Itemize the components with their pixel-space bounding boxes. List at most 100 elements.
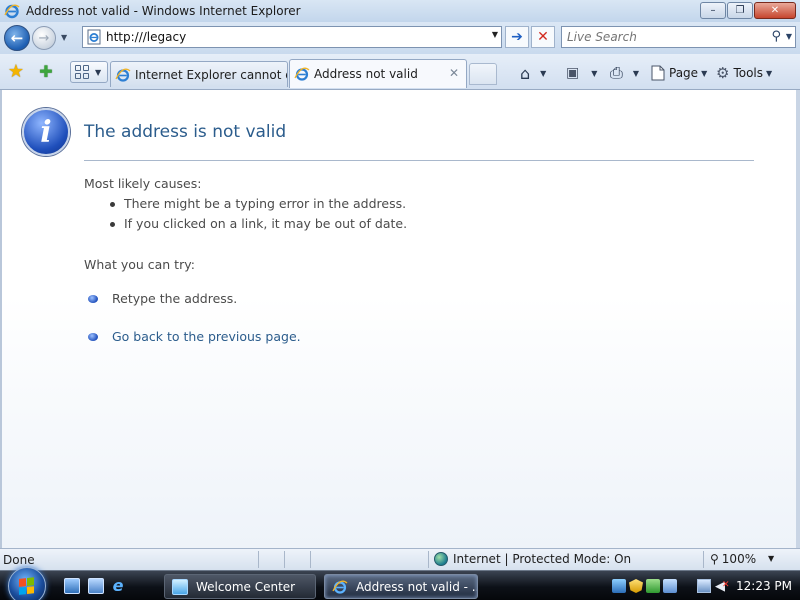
ie-logo-icon: [332, 580, 348, 594]
go-button[interactable]: ➔: [505, 26, 529, 48]
navigation-bar: ← → ▼ ▼ ➔ ✕ ⚲ ▼: [0, 22, 800, 54]
page-menu-label: Page: [669, 66, 699, 80]
tab-address-not-valid[interactable]: Address not valid ✕: [289, 59, 467, 88]
cause-item: There might be a typing error in the add…: [106, 196, 407, 216]
ie-page-icon: [115, 68, 131, 82]
tools-gear-icon: ⚙: [716, 64, 730, 82]
maximize-button[interactable]: ❐: [727, 2, 753, 19]
tools-menu-dropdown: ▼: [766, 68, 773, 78]
page-icon: [87, 29, 101, 45]
taskbar: e Welcome Center Address not valid - ...…: [0, 567, 800, 600]
tools-menu[interactable]: ⚙ Tools ▼: [716, 63, 772, 83]
notification-area: [612, 575, 677, 597]
causes-list: There might be a typing error in the add…: [106, 196, 407, 236]
taskbar-button-label: Welcome Center: [196, 579, 296, 594]
status-text: Done: [3, 553, 35, 567]
home-button[interactable]: ⌂ ▼: [520, 63, 546, 83]
window-controls: – ❐ ✕: [700, 2, 796, 19]
globe-icon: [434, 552, 448, 566]
print-button[interactable]: ⎙ ▼: [610, 63, 639, 83]
tray-app-icon[interactable]: [612, 579, 626, 593]
tab-list-dropdown[interactable]: ▼: [95, 68, 101, 77]
taskbar-welcome-center[interactable]: Welcome Center: [164, 574, 316, 599]
windows-flag-icon: [19, 577, 35, 595]
info-icon: i: [22, 108, 70, 156]
back-button[interactable]: ←: [4, 25, 30, 51]
tab-close-icon[interactable]: ✕: [449, 66, 459, 80]
status-separator: [284, 551, 285, 568]
volume-muted-icon[interactable]: ◀ ✕: [715, 579, 730, 594]
zoom-control[interactable]: ⚲ 100%: [710, 552, 756, 566]
tools-menu-label: Tools: [733, 66, 764, 80]
tray-app-icon[interactable]: [663, 579, 677, 593]
ie-quicklaunch-icon[interactable]: e: [110, 578, 126, 594]
page-menu[interactable]: Page ▼: [651, 63, 707, 83]
page-menu-icon: [651, 65, 665, 81]
close-button[interactable]: ✕: [754, 2, 796, 19]
taskbar-ie-window[interactable]: Address not valid - ...: [324, 574, 478, 599]
switch-windows-icon[interactable]: [88, 578, 104, 594]
status-separator: [258, 551, 259, 568]
bullet-icon: [88, 332, 98, 341]
quick-tabs-button[interactable]: ▼: [70, 61, 108, 83]
tab-bar: ★ ✚ ▼ Internet Explorer cannot di... Add…: [0, 54, 800, 90]
add-favorites-icon[interactable]: ✚: [36, 62, 56, 82]
go-back-item[interactable]: Go back to the previous page.: [88, 329, 301, 344]
status-separator: [703, 551, 704, 568]
favorites-star-icon[interactable]: ★: [6, 62, 26, 82]
tab-ie-cannot-display[interactable]: Internet Explorer cannot di...: [110, 61, 288, 87]
stop-button[interactable]: ✕: [531, 26, 555, 48]
address-input[interactable]: [106, 30, 476, 44]
ie-page-icon: [294, 67, 310, 81]
search-box[interactable]: ⚲ ▼: [561, 26, 796, 48]
zoom-dropdown[interactable]: ▼: [768, 554, 774, 563]
network-icon[interactable]: [697, 579, 711, 593]
home-icon: ⌂: [520, 63, 531, 83]
new-tab-button[interactable]: [469, 63, 497, 85]
system-tray: ◀ ✕: [697, 575, 730, 597]
page-menu-dropdown: ▼: [701, 68, 708, 78]
show-desktop-icon[interactable]: [64, 578, 80, 594]
security-zone-label: Internet | Protected Mode: On: [453, 552, 632, 566]
vertical-scrollbar[interactable]: [796, 90, 800, 548]
welcome-center-icon: [172, 578, 188, 595]
taskbar-button-label: Address not valid - ...: [356, 579, 478, 594]
try-heading: What you can try:: [84, 257, 195, 272]
search-input[interactable]: [567, 30, 757, 44]
status-separator: [428, 551, 429, 568]
tab-label: Address not valid: [314, 67, 418, 81]
security-shield-icon[interactable]: [629, 579, 643, 593]
retype-address-text: Retype the address.: [112, 291, 238, 306]
quick-tabs-icon: [75, 65, 89, 79]
security-zone[interactable]: Internet | Protected Mode: On: [434, 552, 631, 566]
title-bar: Address not valid - Windows Internet Exp…: [0, 0, 800, 22]
cause-item: If you clicked on a link, it may be out …: [106, 216, 407, 236]
start-orb-icon[interactable]: [8, 567, 46, 600]
recent-pages-dropdown[interactable]: ▼: [61, 33, 67, 42]
ie-logo-icon: [4, 4, 20, 19]
home-dropdown[interactable]: ▼: [540, 69, 546, 78]
retype-address-item: Retype the address.: [88, 291, 237, 306]
clock[interactable]: 12:23 PM: [736, 579, 792, 593]
status-separator: [310, 551, 311, 568]
search-icon[interactable]: ⚲: [771, 29, 781, 44]
feeds-button[interactable]: ▣ ▼: [566, 63, 597, 83]
bullet-icon: [88, 294, 98, 303]
address-dropdown[interactable]: ▼: [492, 30, 498, 39]
go-back-link[interactable]: Go back to the previous page.: [112, 329, 301, 344]
address-bar[interactable]: ▼: [82, 26, 502, 48]
window-title: Address not valid - Windows Internet Exp…: [26, 4, 301, 18]
search-provider-dropdown[interactable]: ▼: [786, 32, 792, 41]
print-dropdown[interactable]: ▼: [633, 69, 639, 78]
tab-label: Internet Explorer cannot di...: [135, 67, 287, 82]
minimize-button[interactable]: –: [700, 2, 726, 19]
forward-button[interactable]: →: [32, 26, 56, 50]
zoom-level: 100%: [721, 552, 757, 566]
causes-heading: Most likely causes:: [84, 176, 202, 191]
tray-app-icon[interactable]: [646, 579, 660, 593]
feeds-icon: ▣: [566, 65, 580, 81]
zoom-icon: ⚲: [710, 552, 719, 566]
page-title: The address is not valid: [84, 122, 287, 142]
feeds-dropdown[interactable]: ▼: [591, 69, 597, 78]
status-bar: Done Internet | Protected Mode: On ⚲ 100…: [0, 548, 800, 570]
